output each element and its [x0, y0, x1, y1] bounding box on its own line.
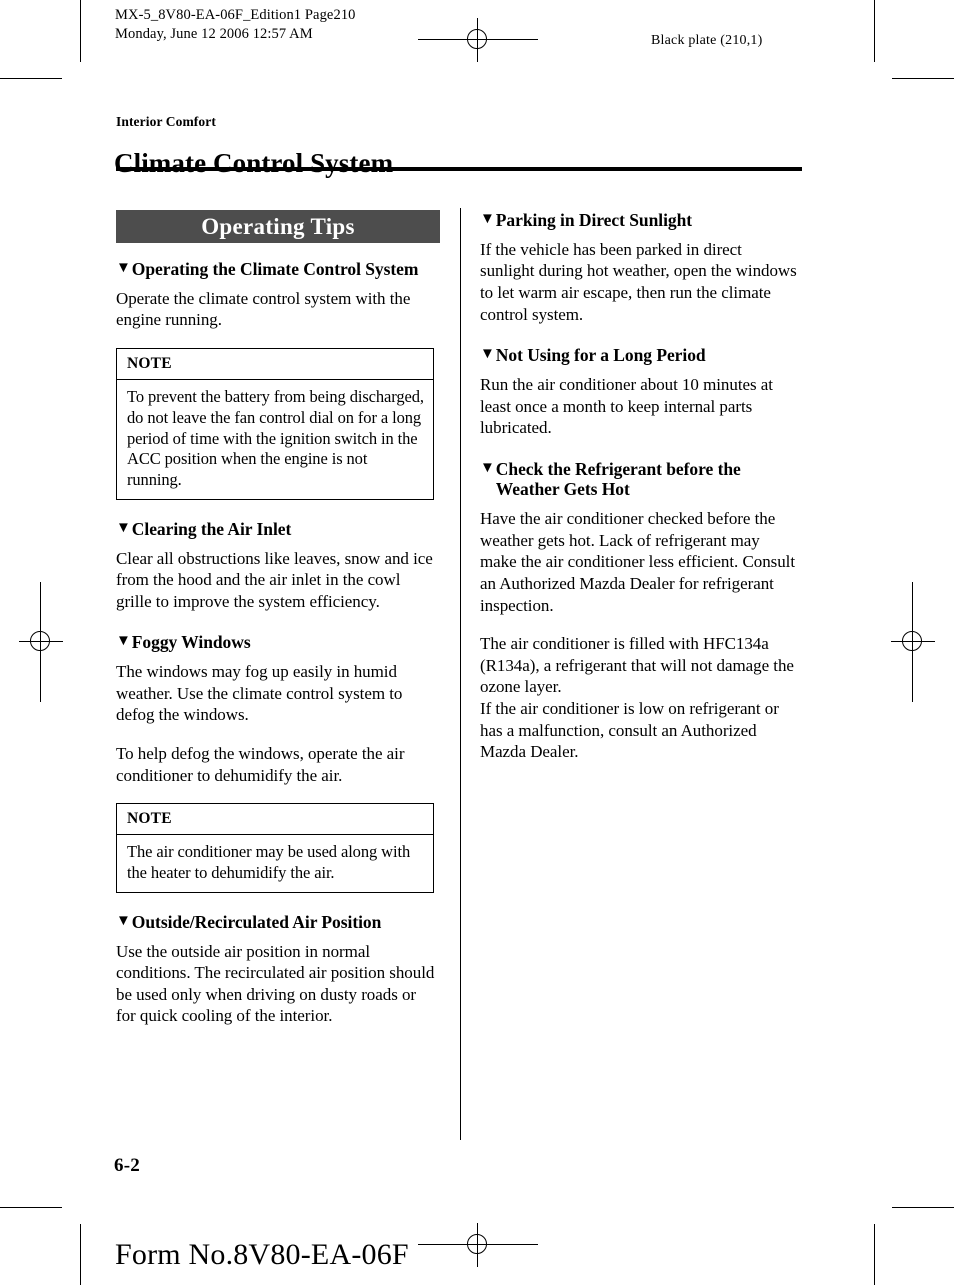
crop-mark-top-left-vertical	[80, 0, 81, 62]
crop-mark-top-right-horizontal	[892, 78, 954, 79]
operating-tips-banner: Operating Tips	[116, 210, 440, 243]
paragraph: The windows may fog up easily in humid w…	[116, 662, 403, 725]
registration-mark-top-center	[418, 18, 538, 62]
triangle-marker-icon: ▼	[480, 459, 495, 476]
paragraph: Operate the climate control system with …	[116, 288, 411, 330]
triangle-marker-icon: ▼	[116, 633, 131, 650]
crop-mark-bottom-right-vertical	[874, 1224, 875, 1285]
triangle-marker-icon: ▼	[116, 912, 131, 929]
black-plate-label: Black plate (210,1)	[651, 33, 763, 48]
paragraph: Clear all obstructions like leaves, snow…	[116, 548, 433, 611]
paragraph: If the vehicle has been parked in direct…	[480, 239, 797, 324]
section-heading-label: Outside/Recirculated Air Position	[131, 911, 382, 932]
triangle-marker-icon: ▼	[116, 519, 131, 536]
title-rule	[116, 167, 802, 171]
registration-mark-left-middle	[19, 582, 63, 702]
crop-mark-top-right-vertical	[874, 0, 875, 62]
section-heading-label: Clearing the Air Inlet	[131, 518, 292, 539]
chapter-label: Interior Comfort	[116, 114, 216, 129]
section-heading-label: Foggy Windows	[131, 632, 251, 653]
section-heading-check-the-refrigerant-before-the-weather-gets-hot: ▼ Check the Refrigerant before the Weath…	[480, 459, 800, 501]
triangle-marker-icon: ▼	[480, 346, 495, 363]
note-label: NOTE	[117, 349, 433, 380]
note-box-heater: NOTE The air conditioner may be used alo…	[116, 803, 434, 893]
paragraph: The air conditioner is filled with HFC13…	[480, 634, 794, 762]
section-heading-label: Not Using for a Long Period	[495, 345, 706, 366]
section-heading-foggy-windows: ▼ Foggy Windows	[116, 632, 436, 653]
section-heading-label: Parking in Direct Sunlight	[495, 210, 693, 230]
note-box-battery: NOTE To prevent the battery from being d…	[116, 347, 434, 500]
right-column: ▼ Parking in Direct Sunlight If the vehi…	[480, 210, 800, 763]
crop-mark-bottom-left-vertical	[80, 1224, 81, 1285]
registration-mark-bottom-center	[418, 1223, 538, 1267]
section-heading-parking-in-direct-sunlight: ▼ Parking in Direct Sunlight	[480, 210, 800, 231]
crop-mark-bottom-left-horizontal	[0, 1207, 62, 1208]
form-number-label: Form No.8V80-EA-06F	[115, 1238, 409, 1271]
page-folio: 6-2	[114, 1155, 140, 1176]
paragraph: Use the outside air position in normal c…	[116, 941, 435, 1026]
triangle-marker-icon: ▼	[116, 260, 131, 276]
page-title: Climate Control System	[114, 148, 394, 179]
section-heading-operating-the-climate-control-system: ▼ Operating the Climate Control System	[116, 259, 436, 280]
registration-mark-right-middle	[891, 582, 935, 702]
note-label: NOTE	[117, 804, 433, 836]
paragraph: Have the air conditioner checked before …	[480, 509, 796, 615]
triangle-marker-icon: ▼	[480, 211, 495, 227]
print-job-info: MX-5_8V80-EA-06F_Edition1 Page210 Monday…	[115, 7, 356, 42]
section-heading-outside-recirculated-air-position: ▼ Outside/Recirculated Air Position	[116, 912, 436, 933]
section-heading-not-using-for-a-long-period: ▼ Not Using for a Long Period	[480, 345, 800, 366]
note-text: To prevent the battery from being discha…	[127, 386, 424, 490]
section-heading-label: Check the Refrigerant before the Weather…	[495, 458, 741, 500]
paragraph: To help defog the windows, operate the a…	[116, 743, 405, 785]
crop-mark-bottom-right-horizontal	[892, 1207, 954, 1208]
section-heading-label: Operating the Climate Control System	[131, 259, 419, 279]
section-heading-clearing-the-air-inlet: ▼ Clearing the Air Inlet	[116, 519, 436, 540]
paragraph: Run the air conditioner about 10 minutes…	[480, 374, 773, 438]
crop-mark-top-left-horizontal	[0, 78, 62, 79]
left-column: Operating Tips ▼ Operating the Climate C…	[116, 210, 440, 1027]
column-divider	[460, 208, 461, 1140]
note-text: The air conditioner may be used along wi…	[127, 842, 411, 882]
